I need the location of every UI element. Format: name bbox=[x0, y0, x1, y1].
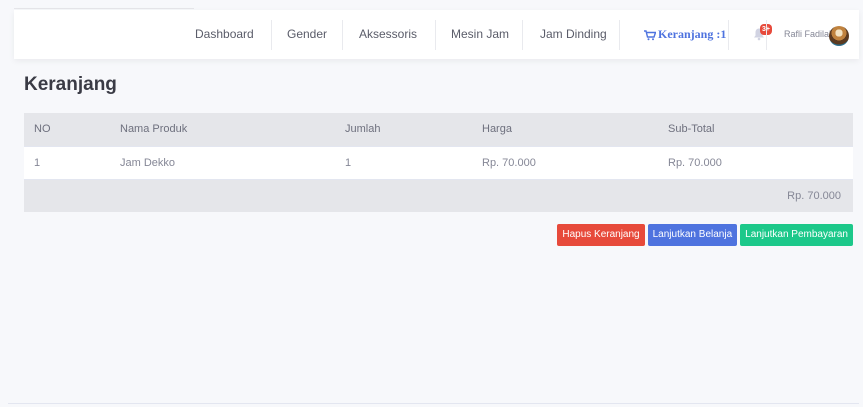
nav-divider bbox=[619, 20, 620, 50]
top-divider bbox=[14, 8, 194, 9]
user-avatar[interactable] bbox=[829, 26, 849, 46]
nav-divider bbox=[342, 20, 343, 50]
nav-aksessoris[interactable]: Aksessoris bbox=[359, 10, 417, 59]
checkout-button[interactable]: Lanjutkan Pembayaran bbox=[740, 224, 853, 246]
nav-divider bbox=[435, 20, 436, 50]
top-navbar: Dashboard Gender Aksessoris Mesin Jam Ja… bbox=[14, 10, 859, 59]
nav-dashboard[interactable]: Dashboard bbox=[195, 10, 254, 59]
total-row: Rp. 70.000 bbox=[24, 178, 853, 212]
cell-price: Rp. 70.000 bbox=[472, 145, 658, 179]
cell-quantity: 1 bbox=[335, 145, 472, 179]
nav-mesin-jam[interactable]: Mesin Jam bbox=[451, 10, 509, 59]
nav-gender[interactable]: Gender bbox=[287, 10, 327, 59]
header-subtotal: Sub-Total bbox=[658, 113, 853, 146]
nav-divider bbox=[271, 20, 272, 50]
nav-jam-dinding[interactable]: Jam Dinding bbox=[540, 10, 607, 59]
header-quantity: Jumlah bbox=[335, 113, 472, 146]
cart-label: Keranjang :1 bbox=[658, 27, 727, 41]
nav-divider bbox=[728, 20, 729, 50]
user-name[interactable]: Rafli Fadilah bbox=[784, 10, 834, 59]
clear-cart-button[interactable]: Hapus Keranjang bbox=[557, 224, 645, 246]
cart-table: NO Nama Produk Jumlah Harga Sub-Total 1 … bbox=[24, 113, 853, 212]
nav-divider bbox=[522, 20, 523, 50]
header-price: Harga bbox=[472, 113, 658, 146]
cart-link[interactable]: Keranjang :1 bbox=[644, 10, 726, 59]
cart-total: Rp. 70.000 bbox=[24, 178, 853, 212]
nav-divider bbox=[766, 20, 767, 50]
shopping-cart-icon bbox=[644, 30, 656, 41]
cart-actions: Hapus Keranjang Lanjutkan Belanja Lanjut… bbox=[557, 224, 853, 246]
header-no: NO bbox=[24, 113, 110, 146]
header-product-name: Nama Produk bbox=[110, 113, 335, 146]
page-title: Keranjang bbox=[24, 74, 117, 95]
table-row: 1 Jam Dekko 1 Rp. 70.000 Rp. 70.000 bbox=[24, 145, 853, 179]
continue-shopping-button[interactable]: Lanjutkan Belanja bbox=[647, 224, 738, 246]
cell-product-name: Jam Dekko bbox=[110, 145, 335, 179]
footer-divider bbox=[8, 403, 859, 404]
cell-no: 1 bbox=[24, 145, 110, 179]
table-header-row: NO Nama Produk Jumlah Harga Sub-Total bbox=[24, 113, 853, 146]
cell-subtotal: Rp. 70.000 bbox=[658, 145, 853, 179]
